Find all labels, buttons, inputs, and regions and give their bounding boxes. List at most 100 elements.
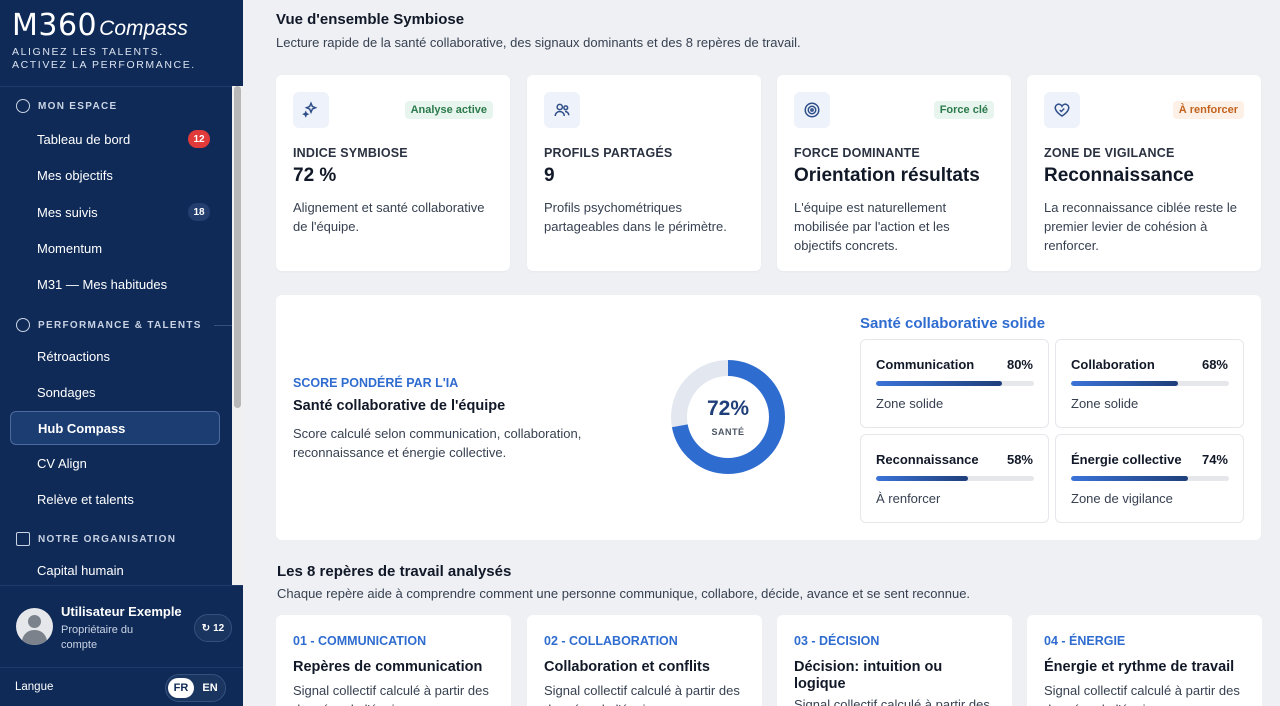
repere-card-energie[interactable]: 04 - ÉNERGIE Énergie et rythme de travai… — [1027, 615, 1262, 706]
sidebar-item-retroactions[interactable]: Rétroactions — [10, 339, 220, 373]
section-mon-espace: MON ESPACE — [16, 99, 118, 113]
user-name: Utilisateur Exemple — [61, 604, 182, 619]
compass-icon — [16, 99, 30, 113]
section-title: PERFORMANCE & TALENTS — [38, 319, 202, 331]
metric-card-communication: Communication 80% Zone solide — [860, 339, 1049, 428]
health-description: Score calculé selon communication, colla… — [293, 426, 582, 460]
section-performance-talents: PERFORMANCE & TALENTS — [16, 318, 243, 332]
notification-badge: 12 — [188, 130, 210, 148]
page-subtitle: Lecture rapide de la santé collaborative… — [276, 35, 801, 50]
metric-percent: 58% — [1006, 452, 1033, 467]
repere-description: Signal collectif calculé à partir des do… — [544, 683, 740, 706]
tagline-line-1: ALIGNEZ LES TALENTS. — [12, 46, 164, 58]
sidebar-item-label: Tableau de bord — [37, 131, 131, 147]
health-heading: Santé collaborative solide — [860, 315, 1046, 332]
sidebar-item-label: Hub Compass — [38, 420, 126, 436]
language-label: Langue — [15, 681, 54, 693]
progress-fill — [876, 381, 1003, 386]
status-badge: À renforcer — [1172, 101, 1244, 119]
repere-kicker: 02 - COLLABORATION — [544, 634, 678, 648]
sidebar-item-mes-objectifs[interactable]: Mes objectifs — [10, 158, 220, 192]
reperes-subtitle: Chaque repère aide à comprendre comment … — [277, 586, 971, 601]
status-badge: Analyse active — [404, 101, 493, 119]
health-score-caption: SANTÉ — [711, 427, 745, 437]
kpi-label: FORCE DOMINANTE — [794, 146, 920, 160]
lang-en-button[interactable]: EN — [197, 678, 223, 698]
sidebar-item-label: Momentum — [37, 240, 103, 256]
flame-icon: ↻ — [201, 622, 211, 634]
sidebar-item-label: Capital humain — [37, 562, 124, 578]
kpi-card-indice-symbiose: Analyse active INDICE SYMBIOSE 72 % Alig… — [276, 75, 510, 271]
metric-name: Reconnaissance — [876, 452, 979, 467]
sidebar-item-m31-habitudes[interactable]: M31 — Mes habitudes — [10, 267, 220, 301]
repere-title: Décision: intuition ou logique — [794, 659, 943, 692]
progress-fill — [876, 476, 968, 481]
sidebar-nav[interactable]: MON ESPACE Tableau de bord 12 Mes object… — [0, 86, 243, 585]
lang-fr-button[interactable]: FR — [168, 678, 194, 698]
language-toggle[interactable]: FR EN — [165, 674, 226, 702]
count-badge: 18 — [188, 203, 210, 221]
brand-logo[interactable]: M360Compass — [12, 8, 188, 43]
user-profile[interactable]: Utilisateur Exemple Propriétaire du comp… — [0, 585, 243, 667]
kpi-description: Profils psychométriques partageables dan… — [544, 200, 727, 234]
section-title: NOTRE ORGANISATION — [38, 533, 177, 545]
sidebar-item-tableau-de-bord[interactable]: Tableau de bord 12 — [10, 122, 220, 156]
metric-percent: 80% — [1006, 357, 1033, 372]
sidebar-item-releve-talents[interactable]: Relève et talents — [10, 482, 220, 516]
kpi-value: 72 % — [293, 165, 337, 186]
sidebar-item-label: M31 — Mes habitudes — [37, 276, 168, 292]
collaborative-health-card: SCORE PONDÉRÉ PAR L'IA Santé collaborati… — [276, 295, 1261, 540]
sidebar-item-mes-suivis[interactable]: Mes suivis 18 — [10, 195, 220, 229]
sidebar-item-label: Sondages — [37, 384, 96, 400]
kpi-label: INDICE SYMBIOSE — [293, 146, 408, 160]
sidebar-item-label: CV Align — [37, 455, 87, 471]
kpi-description: La reconnaissance ciblée reste le premie… — [1044, 200, 1237, 253]
repere-card-decision[interactable]: 03 - DÉCISION Décision: intuition ou log… — [777, 615, 1012, 706]
sidebar-item-cv-align[interactable]: CV Align — [10, 446, 220, 480]
progress-track — [1071, 476, 1229, 481]
kpi-description: L'équipe est naturellement mobilisée par… — [794, 200, 950, 253]
metric-name: Communication — [876, 357, 975, 372]
repere-title: Repères de communication — [293, 659, 483, 675]
target-icon — [16, 318, 30, 332]
briefcase-icon — [16, 532, 30, 546]
progress-track — [1071, 381, 1229, 386]
metric-status: Zone solide — [876, 396, 944, 411]
target-icon — [794, 92, 830, 128]
sidebar-item-label: Rétroactions — [37, 348, 110, 364]
repere-card-collaboration[interactable]: 02 - COLLABORATION Collaboration et conf… — [527, 615, 762, 706]
sidebar-item-hub-compass[interactable]: Hub Compass — [10, 411, 220, 445]
progress-fill — [1071, 476, 1188, 481]
kpi-value: Reconnaissance — [1044, 165, 1194, 186]
health-score-value: 72% — [706, 397, 750, 420]
brand-tagline: ALIGNEZ LES TALENTS. ACTIVEZ LA PERFORMA… — [12, 46, 196, 72]
scrollbar-thumb[interactable] — [234, 86, 241, 408]
progress-fill — [1071, 381, 1179, 386]
sidebar-item-sondages[interactable]: Sondages — [10, 375, 220, 409]
metric-name: Collaboration — [1071, 357, 1155, 372]
kpi-label: ZONE DE VIGILANCE — [1044, 146, 1175, 160]
sidebar-scrollbar[interactable] — [232, 86, 243, 585]
sidebar-item-momentum[interactable]: Momentum — [10, 231, 220, 265]
language-switcher: Langue FR EN — [0, 667, 243, 706]
sidebar-item-capital-humain[interactable]: Capital humain — [10, 553, 220, 585]
avatar[interactable] — [16, 608, 53, 645]
metric-status: Zone de vigilance — [1071, 491, 1173, 506]
brand-name: M360 — [12, 8, 98, 43]
energy-value: 12 — [213, 622, 225, 634]
progress-track — [876, 476, 1034, 481]
repere-kicker: 03 - DÉCISION — [794, 634, 880, 648]
progress-track — [876, 381, 1034, 386]
repere-card-communication[interactable]: 01 - COMMUNICATION Repères de communicat… — [276, 615, 511, 706]
repere-description: Signal collectif calculé à partir des do… — [1044, 683, 1240, 706]
metric-card-collaboration: Collaboration 68% Zone solide — [1055, 339, 1244, 428]
ai-score-kicker: SCORE PONDÉRÉ PAR L'IA — [293, 376, 459, 390]
user-role: Propriétaire du compte — [61, 624, 134, 651]
reperes-title: Les 8 repères de travail analysés — [277, 563, 512, 580]
energy-counter[interactable]: ↻ 12 — [194, 614, 232, 642]
metric-card-energie-collective: Énergie collective 74% Zone de vigilance — [1055, 434, 1244, 523]
sidebar-item-label: Relève et talents — [37, 491, 134, 507]
kpi-card-profils-partages: PROFILS PARTAGÉS 9 Profils psychométriqu… — [527, 75, 761, 271]
sidebar-item-label: Mes suivis — [37, 204, 98, 220]
metric-status: Zone solide — [1071, 396, 1139, 411]
